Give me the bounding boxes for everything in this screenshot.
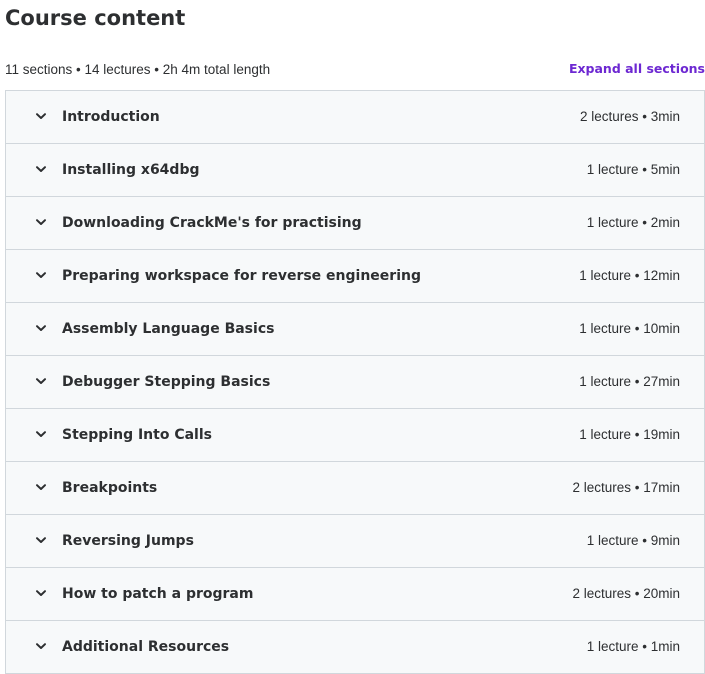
section-lecture-count: 1 lecture • 2min [586,215,680,230]
section-title: Reversing Jumps [62,533,194,549]
section-debugger-stepping-basics[interactable]: Debugger Stepping Basics 1 lecture • 27m… [6,356,704,409]
chevron-down-icon [36,643,46,649]
section-lecture-count: 2 lectures • 17min [572,480,680,495]
section-assembly-language-basics[interactable]: Assembly Language Basics 1 lecture • 10m… [6,303,704,356]
section-title: Introduction [62,109,160,125]
section-lecture-count: 1 lecture • 1min [586,639,680,654]
chevron-down-icon [36,484,46,490]
chevron-down-icon [36,325,46,331]
section-lecture-count: 1 lecture • 12min [579,268,680,283]
section-introduction[interactable]: Introduction 2 lectures • 3min [6,91,704,144]
section-title: Additional Resources [62,639,230,655]
course-content-panel: Course content 11 sections • 14 lectures… [0,0,705,674]
section-lecture-count: 1 lecture • 9min [586,533,680,548]
section-lecture-count: 1 lecture • 5min [586,162,680,177]
section-installing-x64dbg[interactable]: Installing x64dbg 1 lecture • 5min [6,144,704,197]
section-title: How to patch a program [62,586,254,602]
section-downloading-crackmes[interactable]: Downloading CrackMe's for practising 1 l… [6,197,704,250]
section-lecture-count: 1 lecture • 10min [579,321,680,336]
chevron-down-icon [36,166,46,172]
section-title: Breakpoints [62,480,158,496]
section-additional-resources[interactable]: Additional Resources 1 lecture • 1min [6,621,704,674]
chevron-down-icon [36,537,46,543]
section-lecture-count: 1 lecture • 27min [579,374,680,389]
chevron-down-icon [36,219,46,225]
sections-accordion: Introduction 2 lectures • 3min Installin… [5,90,705,674]
page-title: Course content [5,6,186,30]
expand-all-sections-button[interactable]: Expand all sections [569,60,705,78]
chevron-down-icon [36,113,46,119]
chevron-down-icon [36,378,46,384]
section-breakpoints[interactable]: Breakpoints 2 lectures • 17min [6,462,704,515]
section-lecture-count: 1 lecture • 19min [579,427,680,442]
section-title: Stepping Into Calls [62,427,212,443]
section-lecture-count: 2 lectures • 20min [572,586,680,601]
course-summary-row: 11 sections • 14 lectures • 2h 4m total … [5,60,705,80]
section-title: Downloading CrackMe's for practising [62,215,362,231]
section-reversing-jumps[interactable]: Reversing Jumps 1 lecture • 9min [6,515,704,568]
section-title: Assembly Language Basics [62,321,275,337]
section-title: Installing x64dbg [62,162,200,178]
section-lecture-count: 2 lectures • 3min [579,109,680,124]
section-preparing-workspace[interactable]: Preparing workspace for reverse engineer… [6,250,704,303]
section-how-to-patch-a-program[interactable]: How to patch a program 2 lectures • 20mi… [6,568,704,621]
chevron-down-icon [36,590,46,596]
section-title: Preparing workspace for reverse engineer… [62,268,421,284]
section-title: Debugger Stepping Basics [62,374,271,390]
chevron-down-icon [36,431,46,437]
chevron-down-icon [36,272,46,278]
section-stepping-into-calls[interactable]: Stepping Into Calls 1 lecture • 19min [6,409,704,462]
course-summary: 11 sections • 14 lectures • 2h 4m total … [5,62,271,77]
